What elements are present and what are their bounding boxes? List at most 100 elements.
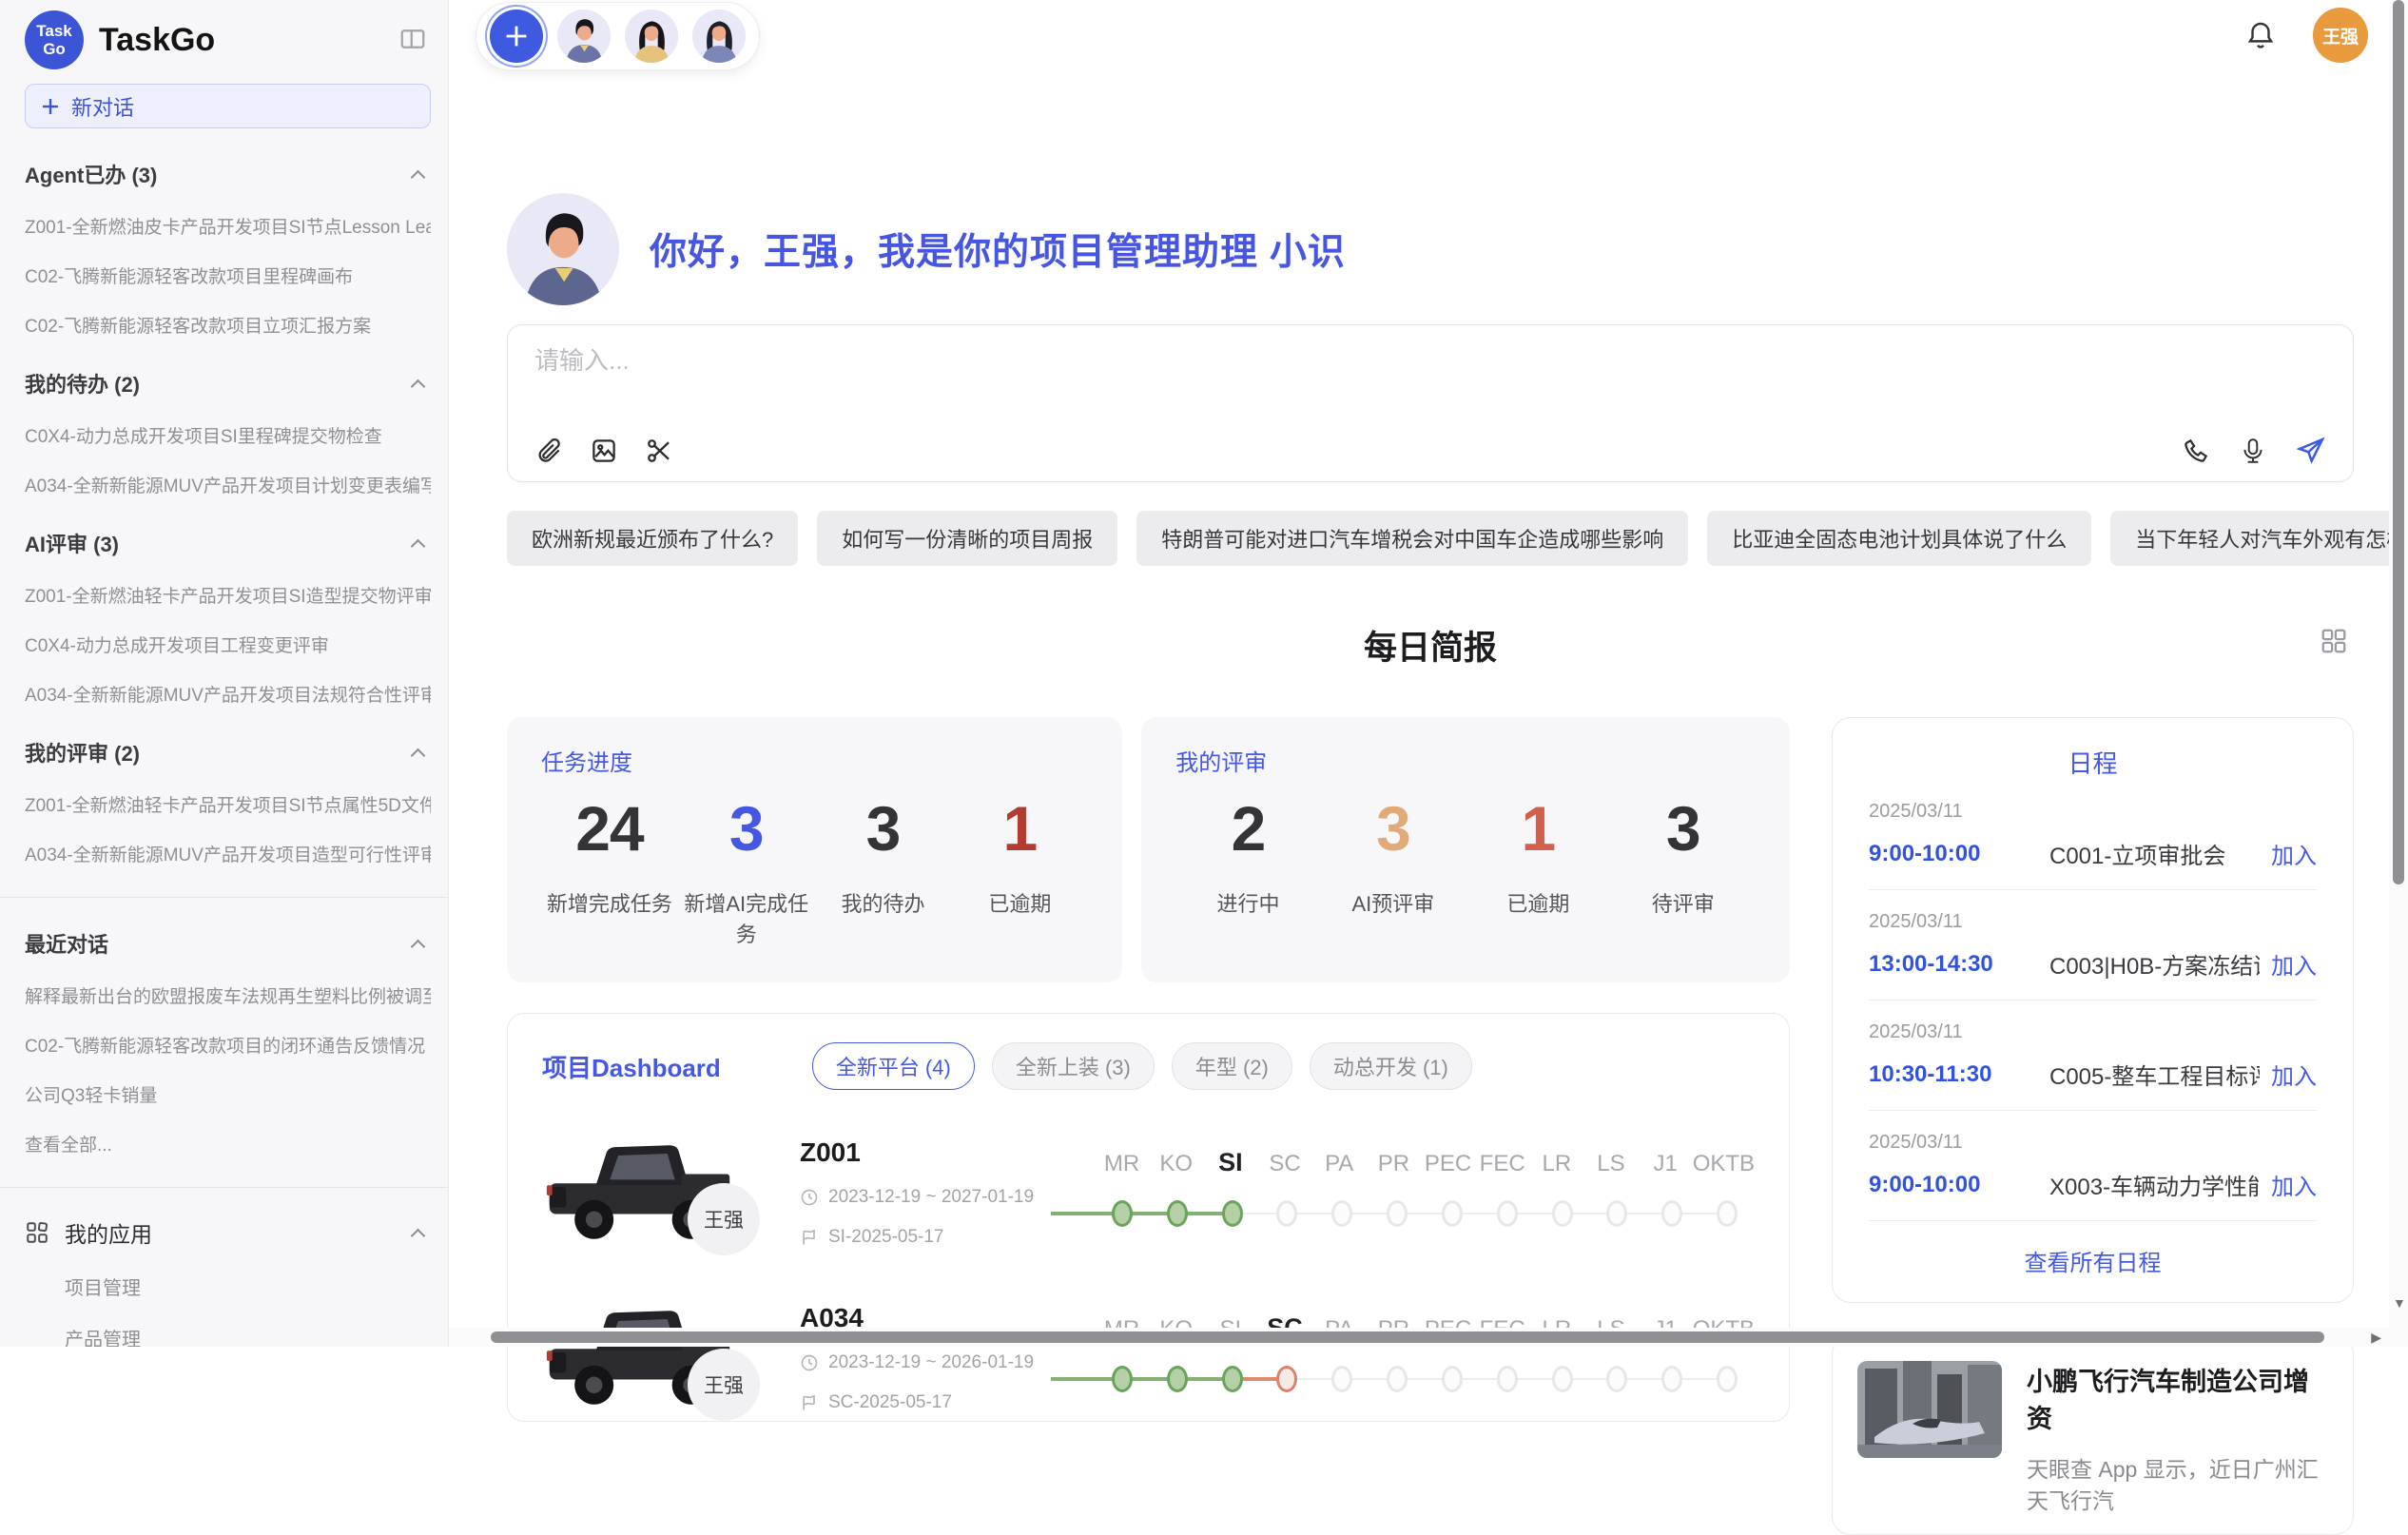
scroll-right-arrow-icon[interactable]: ▶	[2371, 1330, 2381, 1346]
sidebar-task-item[interactable]: C0X4-动力总成开发项目工程变更评审	[25, 631, 431, 657]
paperclip-icon	[534, 437, 563, 465]
suggestion-chip[interactable]: 如何写一份清晰的项目周报	[817, 511, 1117, 566]
chat-input[interactable]	[534, 346, 1609, 376]
horizontal-scrollbar[interactable]: ▶	[449, 1328, 2389, 1347]
user-name: 王强	[2322, 23, 2359, 49]
suggestion-chip[interactable]: 当下年轻人对汽车外观有怎样的喜好趋势	[2110, 511, 2408, 566]
project-filter-tab[interactable]: 动总开发 (1)	[1310, 1042, 1472, 1090]
briefing-layout-button[interactable]	[2320, 627, 2348, 655]
toolbar-left-icons	[534, 437, 2182, 465]
sidebar-task-item[interactable]: A034-全新新能源MUV产品开发项目法规符合性评审	[25, 681, 431, 707]
app-grid-icon	[25, 1220, 49, 1245]
project-filter-tab[interactable]: 全新上装 (3)	[992, 1042, 1155, 1090]
new-chat-button[interactable]: 新对话	[25, 84, 431, 128]
voice-input-button[interactable]	[2239, 437, 2267, 465]
milestone-label-cell: KO	[1149, 1151, 1203, 1177]
briefing-stat-card: 任务进度24新增完成任务3新增AI完成任务3我的待办1已逾期	[507, 717, 1122, 982]
schedule-join-button[interactable]: 加入	[2271, 1168, 2317, 1201]
sidebar-item-my-apps[interactable]: 我的应用	[25, 1216, 431, 1249]
assistant-avatar[interactable]	[625, 10, 678, 63]
schedule-join-button[interactable]: 加入	[2271, 947, 2317, 981]
recent-chat-item[interactable]: 解释最新出台的欧盟报废车法规再生塑料比例被调至15%...	[25, 982, 431, 1008]
vertical-scrollbar-thumb[interactable]	[2393, 0, 2404, 884]
attach-button[interactable]	[534, 437, 563, 465]
milestone-dot	[1167, 1366, 1188, 1392]
flag-icon	[800, 1228, 819, 1247]
assistant-avatar[interactable]	[692, 10, 746, 63]
milestone-label: MR	[1104, 1151, 1139, 1176]
my-app-item[interactable]: 产品管理	[65, 1324, 431, 1347]
suggestion-chip[interactable]: 特朗普可能对进口汽车增税会对中国车企造成哪些影响	[1136, 511, 1688, 566]
schedule-join-button[interactable]: 加入	[2271, 1058, 2317, 1091]
sidebar-task-item[interactable]: A034-全新新能源MUV产品开发项目计划变更表编写	[25, 472, 431, 497]
suggestion-chip[interactable]: 欧洲新规最近颁布了什么?	[507, 511, 798, 566]
sidebar-section-header-recent[interactable]: 最近对话	[25, 928, 431, 959]
vertical-scrollbar[interactable]: ▼	[2389, 0, 2408, 1347]
sidebar-task-item[interactable]: Z001-全新燃油轻卡产品开发项目SI造型提交物评审	[25, 582, 431, 608]
milestone-label-cell: PA	[1312, 1151, 1367, 1177]
schedule-divider	[1869, 1000, 2317, 1001]
news-card[interactable]: 小鹏飞行汽车制造公司增资 天眼查 App 显示，近日广州汇天飞行汽	[1832, 1335, 2354, 1535]
notifications-button[interactable]	[2244, 19, 2277, 51]
recent-chats-view-all[interactable]: 查看全部...	[25, 1131, 431, 1156]
stat-label: 待评审	[1611, 887, 1756, 918]
my-app-item[interactable]: 项目管理	[65, 1273, 431, 1300]
stat-item: 3待评审	[1611, 792, 1756, 918]
sidebar-section-header[interactable]: 我的待办 (2)	[25, 368, 431, 398]
schedule-item-row: 9:00-10:00C001-立项审批会加入	[1869, 837, 2317, 870]
project-filter-tab[interactable]: 全新平台 (4)	[812, 1042, 975, 1090]
schedule-item-time: 13:00-14:30	[1869, 951, 2049, 978]
suggestion-chip[interactable]: 比亚迪全固态电池计划具体说了什么	[1707, 511, 2091, 566]
milestone-dot	[1552, 1200, 1573, 1227]
recent-chat-item[interactable]: 公司Q3轻卡销量	[25, 1081, 431, 1107]
project-row[interactable]: 王强 Z001 2023-12-19 ~ 2027-01-19 SI-2025-…	[542, 1130, 1755, 1255]
milestone-label-cell: SC	[1257, 1151, 1311, 1177]
add-assistant-button[interactable]	[490, 10, 543, 63]
view-all-schedule-link[interactable]: 查看所有日程	[2025, 1244, 2162, 1277]
assistant-avatar[interactable]	[557, 10, 611, 63]
stat-item: 3新增AI完成任务	[678, 792, 815, 948]
project-filter-tab[interactable]: 年型 (2)	[1172, 1042, 1292, 1090]
microphone-icon	[2239, 437, 2267, 465]
sidebar-task-item[interactable]: C02-飞腾新能源轻客改款项目立项汇报方案	[25, 312, 431, 338]
sidebar-task-item[interactable]: Z001-全新燃油轻卡产品开发项目SI节点属性5D文件评审	[25, 791, 431, 817]
avatar-man-illustration	[557, 10, 611, 63]
schedule-item-row: 10:30-11:30C005-整车工程目标评审加入	[1869, 1058, 2317, 1091]
sidebar-section-header[interactable]: 我的评审 (2)	[25, 737, 431, 768]
sidebar-task-item[interactable]: C02-飞腾新能源轻客改款项目里程碑画布	[25, 262, 431, 288]
milestone-label-cell: MR	[1095, 1151, 1149, 1177]
milestone-dot	[1661, 1200, 1682, 1227]
project-dashboard-header: 项目Dashboard 全新平台 (4)全新上装 (3)年型 (2)动总开发 (…	[542, 1042, 1755, 1090]
project-row[interactable]: 王强 A034 2023-12-19 ~ 2026-01-19 SC-2025-…	[542, 1295, 1755, 1421]
project-name: Z001	[800, 1137, 1085, 1168]
schedule-item: 2025/03/1113:00-14:30C003|H0B-方案冻结评审加入	[1869, 911, 2317, 1001]
recent-chat-item[interactable]: C02-飞腾新能源轻客改款项目的闭环通告反馈情况	[25, 1032, 431, 1058]
sidebar-collapse-button[interactable]	[395, 21, 431, 60]
schedule-item-date: 2025/03/11	[1869, 1021, 2317, 1043]
sidebar-section-header[interactable]: AI评审 (3)	[25, 528, 431, 558]
sidebar-section-title: Agent已办 (3)	[25, 159, 413, 189]
screenshot-button[interactable]	[645, 437, 673, 465]
horizontal-scrollbar-thumb[interactable]	[491, 1331, 2324, 1343]
milestone-dot	[1331, 1200, 1352, 1227]
sidebar-task-item[interactable]: C0X4-动力总成开发项目SI里程碑提交物检查	[25, 422, 431, 448]
milestone-label-cell: PEC	[1421, 1151, 1475, 1177]
chat-input-card[interactable]	[507, 324, 2354, 482]
sidebar-task-item[interactable]: A034-全新新能源MUV产品开发项目造型可行性评审	[25, 841, 431, 866]
project-flag-row: SI-2025-05-17	[800, 1227, 1085, 1248]
stat-value: 2	[1175, 792, 1320, 865]
scissors-icon	[645, 437, 673, 465]
schedule-item-date: 2025/03/11	[1869, 1132, 2317, 1154]
scroll-down-arrow-icon[interactable]: ▼	[2393, 1295, 2406, 1311]
sidebar-section-title: 我的评审 (2)	[25, 737, 413, 768]
project-date-range: 2023-12-19 ~ 2026-01-19	[828, 1352, 1034, 1373]
send-button[interactable]	[2296, 436, 2326, 466]
sidebar-task-item[interactable]: Z001-全新燃油皮卡产品开发项目SI节点Lesson Learn报告	[25, 213, 431, 239]
user-avatar[interactable]: 王强	[2313, 8, 2368, 63]
sidebar-section-header[interactable]: Agent已办 (3)	[25, 159, 431, 189]
schedule-join-button[interactable]: 加入	[2271, 837, 2317, 870]
stat-value: 24	[541, 792, 678, 865]
voice-call-button[interactable]	[2182, 437, 2210, 465]
image-upload-button[interactable]	[590, 437, 618, 465]
schedule-item-time: 9:00-10:00	[1869, 841, 2049, 867]
